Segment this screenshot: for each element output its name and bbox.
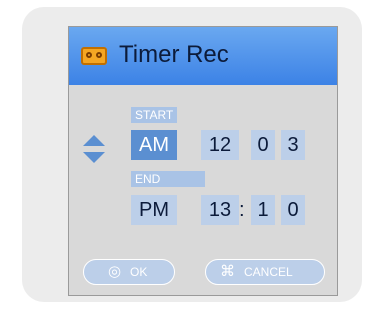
end-hour-field[interactable]: 13	[201, 195, 239, 225]
start-hour-field[interactable]: 12	[201, 130, 239, 160]
start-minute-tens-field[interactable]: 0	[251, 130, 275, 160]
end-time-separator: :	[239, 199, 245, 221]
title-bar: Timer Rec	[69, 27, 337, 85]
start-minute-ones-field[interactable]: 3	[281, 130, 305, 160]
arrow-down-icon[interactable]	[83, 152, 105, 163]
cancel-button[interactable]: ⌘ CANCEL	[205, 259, 325, 285]
timer-rec-dialog: Timer Rec START AM 12 0 3 END PM 13 : 1 …	[68, 26, 338, 296]
ok-button-label: OK	[130, 265, 148, 279]
dialog-title: Timer Rec	[119, 41, 229, 68]
cancel-button-label: CANCEL	[244, 265, 293, 279]
up-down-arrows-icon[interactable]	[83, 135, 105, 165]
end-label: END	[131, 171, 205, 187]
end-minute-tens-field[interactable]: 1	[251, 195, 275, 225]
cancel-icon: ⌘	[220, 263, 235, 280]
start-label: START	[131, 107, 177, 123]
end-ampm-field[interactable]: PM	[131, 195, 177, 225]
ok-button[interactable]: ◎ OK	[83, 259, 175, 285]
end-minute-ones-field[interactable]: 0	[281, 195, 305, 225]
start-ampm-field[interactable]: AM	[131, 130, 177, 160]
ok-icon: ◎	[108, 263, 122, 280]
vcr-tape-icon	[81, 47, 107, 65]
arrow-up-icon[interactable]	[83, 135, 105, 146]
